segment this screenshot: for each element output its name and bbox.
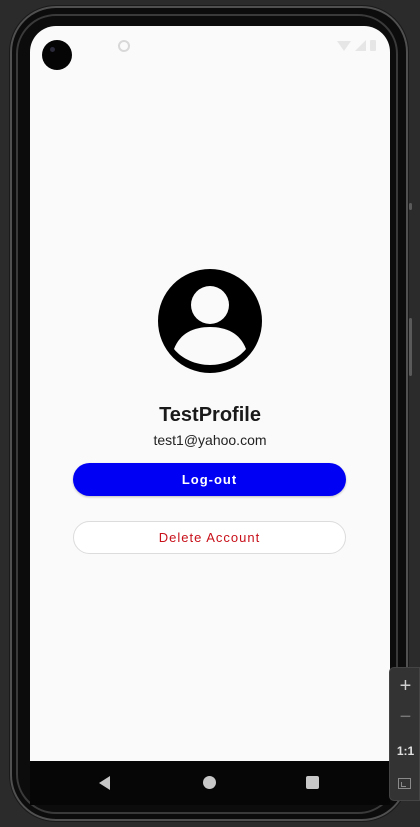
- nav-home-icon[interactable]: [203, 776, 216, 789]
- wifi-icon: [337, 40, 351, 51]
- actual-size-button[interactable]: 1:1: [390, 737, 420, 765]
- signal-icon: [355, 40, 366, 51]
- battery-icon: [370, 40, 376, 51]
- zoom-in-button[interactable]: +: [390, 672, 420, 700]
- zoom-out-button[interactable]: −: [390, 703, 420, 731]
- fit-screen-icon: [398, 778, 411, 789]
- device-power-button[interactable]: [409, 203, 412, 210]
- status-icons: [337, 40, 376, 51]
- system-navigation-bar: [30, 761, 390, 805]
- status-bar: [30, 26, 390, 70]
- front-camera-icon: [42, 40, 72, 70]
- delete-account-button[interactable]: Delete Account: [73, 521, 346, 554]
- account-circle-icon: [158, 269, 262, 373]
- profile-name: TestProfile: [159, 404, 261, 426]
- app-screen: TestProfile test1@yahoo.com Log-out Dele…: [30, 26, 390, 761]
- logout-button[interactable]: Log-out: [73, 463, 346, 496]
- emulator-zoom-panel: + − 1:1: [389, 667, 420, 801]
- nav-recents-icon[interactable]: [306, 776, 319, 789]
- profile-email: test1@yahoo.com: [153, 432, 267, 448]
- fit-to-screen-button[interactable]: [390, 769, 420, 797]
- device-volume-button[interactable]: [409, 318, 412, 376]
- sync-status-icon: [118, 40, 130, 52]
- emulator-stage: TestProfile test1@yahoo.com Log-out Dele…: [0, 0, 420, 827]
- nav-back-icon[interactable]: [99, 776, 110, 790]
